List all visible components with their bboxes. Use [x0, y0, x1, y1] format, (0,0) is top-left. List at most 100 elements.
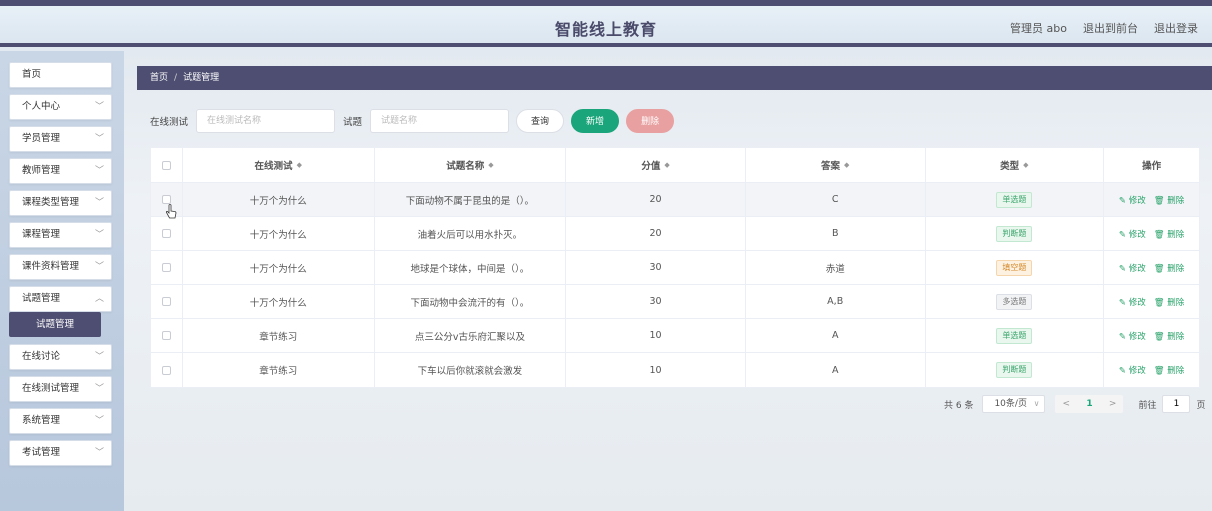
sidebar-item-courses[interactable]: 课程管理 ﹀ [9, 222, 112, 248]
chevron-down-icon: ﹀ [94, 134, 104, 144]
sidebar-item-course-types[interactable]: 课程类型管理 ﹀ [9, 190, 112, 216]
row-checkbox[interactable] [161, 365, 171, 375]
sidebar-item-exams[interactable]: 考试管理 ﹀ [9, 440, 112, 466]
delete-label: 删除 [1167, 331, 1185, 342]
delete-row-button[interactable]: 🗑 删除 [1154, 296, 1185, 308]
sort-icon[interactable]: ◆ [664, 161, 669, 169]
sidebar-subitem-question-manage[interactable]: 试题管理 [9, 312, 101, 337]
edit-icon: ✎ [1118, 195, 1127, 206]
back-to-front-link[interactable]: 退出到前台 [1083, 20, 1138, 36]
pagination: 共 6 条 10条/页 ∨ < 1 > 前往 页 [944, 395, 1205, 413]
cell-type: 判断题 [926, 217, 1105, 250]
breadcrumb-home[interactable]: 首页 [150, 73, 168, 83]
cell-type: 单选题 [926, 183, 1105, 216]
table-row: 十万个为什么 下面动物中会流汗的有（）。 30 A,B 多选题 ✎ 修改 🗑 删除 [151, 285, 1199, 319]
sidebar-item-discussion[interactable]: 在线讨论 ﹀ [9, 344, 112, 370]
admin-user-link[interactable]: 管理员 abo [1010, 20, 1067, 36]
add-button[interactable]: 新增 [571, 109, 620, 133]
sidebar-item-materials[interactable]: 课件资料管理 ﹀ [9, 254, 112, 280]
edit-button[interactable]: ✎ 修改 [1119, 330, 1146, 342]
edit-button[interactable]: ✎ 修改 [1119, 364, 1146, 376]
column-header-question[interactable]: 试题名称 ◆ [375, 148, 567, 182]
logout-link[interactable]: 退出登录 [1154, 20, 1198, 36]
cell-answer: B [746, 217, 926, 250]
column-header-score[interactable]: 分值 ◆ [566, 148, 746, 182]
delete-label: 删除 [1167, 195, 1185, 206]
edit-button[interactable]: ✎ 修改 [1119, 262, 1146, 274]
goto-label: 前往 [1138, 400, 1157, 411]
cell-actions: ✎ 修改 🗑 删除 [1104, 319, 1199, 352]
goto-page-input[interactable] [1162, 395, 1191, 413]
cell-question: 下面动物不属于昆虫的是（）。 [375, 183, 567, 216]
sort-icon[interactable]: ◆ [1023, 161, 1028, 169]
page-size-select[interactable]: 10条/页 ∨ [982, 395, 1046, 413]
sort-icon[interactable]: ◆ [844, 161, 849, 169]
trash-icon: 🗑 [1153, 366, 1165, 376]
sidebar-item-label: 课程管理 [22, 229, 61, 240]
row-checkbox[interactable] [161, 195, 171, 204]
sidebar-item-home[interactable]: 首页 [9, 62, 112, 88]
row-checkbox[interactable] [161, 297, 171, 306]
chevron-down-icon: ﹀ [94, 262, 104, 272]
chevron-down-icon: ﹀ [94, 448, 104, 458]
header-links: 管理员 abo 退出到前台 退出登录 [1010, 20, 1198, 36]
sidebar-item-label: 系统管理 [22, 415, 61, 426]
column-label: 试题名称 [446, 161, 485, 172]
delete-row-button[interactable]: 🗑 删除 [1154, 330, 1185, 342]
next-page-button[interactable]: > [1109, 399, 1117, 409]
delete-label: 删除 [1167, 229, 1185, 240]
sidebar-item-label: 课件资料管理 [22, 261, 80, 272]
page-size-value: 10条/页 [994, 399, 1027, 409]
select-all-checkbox[interactable] [161, 160, 171, 170]
row-checkbox[interactable] [161, 263, 171, 272]
delete-row-button[interactable]: 🗑 删除 [1154, 228, 1185, 240]
sidebar-item-online-tests[interactable]: 在线测试管理 ﹀ [9, 376, 112, 402]
type-tag: 单选题 [996, 191, 1033, 208]
edit-button[interactable]: ✎ 修改 [1119, 194, 1146, 206]
sidebar-item-questions[interactable]: 试题管理 ︿ [9, 286, 112, 312]
edit-button[interactable]: ✎ 修改 [1119, 228, 1146, 240]
chevron-down-icon: ﹀ [94, 230, 104, 240]
search-bar: 在线测试 试题 查询 新增 删除 [150, 109, 675, 133]
delete-row-button[interactable]: 🗑 删除 [1154, 262, 1185, 274]
sidebar-item-teachers[interactable]: 教师管理 ﹀ [9, 158, 112, 184]
sidebar: 首页 个人中心 ﹀ 学员管理 ﹀ 教师管理 ﹀ 课程类型管理 ﹀ 课程管理 ﹀ 课件资料管… [0, 51, 124, 511]
sidebar-item-label: 在线测试管理 [22, 383, 80, 394]
column-header-test[interactable]: 在线测试 ◆ [183, 148, 375, 182]
delete-row-button[interactable]: 🗑 删除 [1154, 364, 1185, 376]
question-name-input[interactable] [370, 109, 510, 133]
cell-actions: ✎ 修改 🗑 删除 [1104, 217, 1199, 250]
prev-page-button[interactable]: < [1062, 399, 1070, 409]
current-page-number[interactable]: 1 [1086, 399, 1092, 409]
type-tag: 判断题 [996, 225, 1033, 242]
sidebar-item-personal[interactable]: 个人中心 ﹀ [9, 94, 112, 120]
edit-label: 修改 [1128, 366, 1146, 376]
cell-score: 20 [566, 217, 746, 250]
sidebar-item-label: 试题管理 [22, 293, 61, 304]
sort-icon[interactable]: ◆ [488, 161, 493, 169]
breadcrumb-current: 试题管理 [183, 73, 220, 83]
row-checkbox[interactable] [161, 331, 171, 340]
sidebar-item-students[interactable]: 学员管理 ﹀ [9, 126, 112, 152]
cell-type: 单选题 [926, 319, 1105, 352]
table-row: 章节练习 点三公分v古乐府汇聚以及 10 A 单选题 ✎ 修改 🗑 删除 [151, 319, 1199, 353]
row-checkbox[interactable] [161, 229, 171, 238]
cell-question: 点三公分v古乐府汇聚以及 [375, 319, 567, 352]
test-name-input[interactable] [196, 109, 336, 133]
query-button[interactable]: 查询 [516, 109, 565, 133]
question-filter-label: 试题 [343, 117, 363, 128]
trash-icon: 🗑 [1153, 331, 1165, 342]
column-header-type[interactable]: 类型 ◆ [926, 148, 1105, 182]
cell-answer: 赤道 [746, 251, 926, 284]
delete-button[interactable]: 删除 [626, 109, 675, 133]
sort-icon[interactable]: ◆ [297, 161, 302, 169]
edit-icon: ✎ [1118, 331, 1127, 342]
column-label: 答案 [821, 161, 841, 172]
sidebar-item-system[interactable]: 系统管理 ﹀ [9, 408, 112, 434]
table-row: 章节练习 下车以后你就滚就会激发 10 A 判断题 ✎ 修改 🗑 删除 [151, 353, 1199, 387]
edit-label: 修改 [1128, 297, 1146, 308]
column-header-answer[interactable]: 答案 ◆ [746, 148, 926, 182]
edit-button[interactable]: ✎ 修改 [1119, 296, 1146, 308]
delete-row-button[interactable]: 🗑 删除 [1154, 194, 1185, 206]
edit-icon: ✎ [1118, 297, 1127, 308]
